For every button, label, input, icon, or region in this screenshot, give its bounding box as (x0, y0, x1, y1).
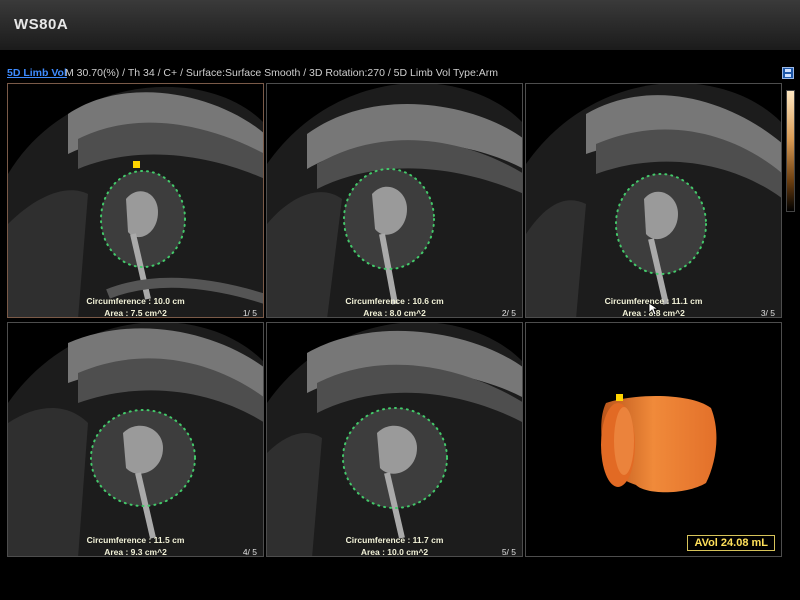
trace-contour (343, 168, 435, 270)
slice-panel-2[interactable]: Circumference : 10.6 cm Area : 8.0 cm^2 … (266, 83, 523, 318)
volume-parameters: M 30.70(%) / Th 34 / C+ / Surface:Surfac… (65, 67, 498, 79)
circumference-label: Circumference : 10.6 cm (345, 296, 444, 306)
area-label: Area : 9.3 cm^2 (104, 547, 167, 557)
slice-index: 4/ 5 (242, 547, 257, 557)
info-bar: 5D Limb Vol M 30.70(%) / Th 34 / C+ / Su… (0, 64, 800, 82)
mode-link[interactable]: 5D Limb Vol (7, 67, 67, 79)
app-title: WS80A (14, 16, 69, 33)
volume-measurement: AVol 24.08 mL (687, 535, 775, 551)
volume-render-panel[interactable]: AVol 24.08 mL (525, 322, 782, 557)
slice-index: 2/ 5 (501, 308, 516, 318)
trace-contour (100, 170, 186, 268)
arrow-cursor-icon (648, 302, 658, 316)
slice-index: 1/ 5 (242, 308, 257, 318)
yellow-square-marker (616, 394, 623, 401)
limb-volume-render (601, 396, 717, 493)
circumference-label: Circumference : 11.5 cm (86, 535, 185, 545)
area-label: Area : 7.5 cm^2 (104, 308, 167, 318)
app-header: WS80A (0, 0, 800, 50)
area-label: Area : 8.0 cm^2 (363, 308, 426, 318)
slice-panel-1[interactable]: Circumference : 10.0 cm Area : 7.5 cm^2 … (7, 83, 264, 318)
trace-contour (342, 407, 448, 509)
circumference-label: Circumference : 10.0 cm (86, 296, 185, 306)
slice-panel-3[interactable]: Circumference : 11.1 cm Area : 8.8 cm^2 … (525, 83, 782, 318)
slice-index: 3/ 5 (760, 308, 775, 318)
slice-panel-5[interactable]: Circumference : 11.7 cm Area : 10.0 cm^2… (266, 322, 523, 557)
area-label: Area : 10.0 cm^2 (360, 547, 429, 557)
trace-contour (615, 173, 707, 275)
color-map-bar (786, 90, 795, 212)
trace-contour (90, 409, 196, 507)
circumference-label: Circumference : 11.7 cm (345, 535, 444, 545)
slice-index: 5/ 5 (501, 547, 516, 557)
slice-panel-4[interactable]: Circumference : 11.5 cm Area : 9.3 cm^2 … (7, 322, 264, 557)
save-icon[interactable] (782, 67, 794, 79)
yellow-square-marker (133, 161, 140, 168)
